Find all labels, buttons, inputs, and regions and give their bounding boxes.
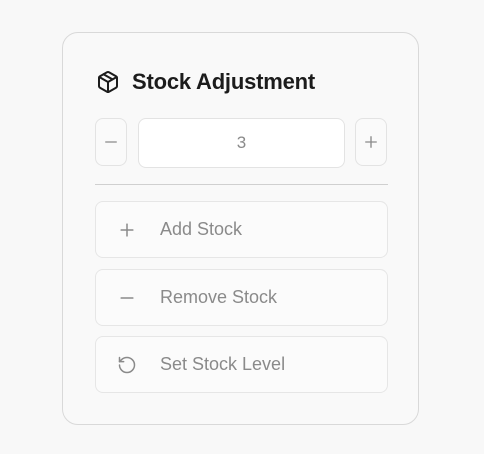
card-header: Stock Adjustment: [96, 69, 315, 95]
minus-icon: [102, 133, 120, 151]
add-stock-label: Add Stock: [160, 219, 243, 239]
minus-icon: [117, 288, 137, 308]
quantity-input[interactable]: 3: [138, 118, 345, 168]
card-title: Stock Adjustment: [132, 69, 316, 94]
stock-adjustment-card: Stock Adjustment 3 Add Stock Remove Stoc…: [62, 32, 419, 425]
rotate-ccw-icon: [117, 355, 137, 375]
package-icon: [96, 70, 120, 94]
quantity-stepper: 3: [95, 118, 388, 168]
remove-stock-button[interactable]: Remove Stock: [95, 269, 388, 326]
decrement-button[interactable]: [95, 118, 127, 166]
add-stock-button[interactable]: Add Stock: [95, 201, 388, 258]
divider: [95, 184, 388, 185]
set-stock-level-button[interactable]: Set Stock Level: [95, 336, 388, 393]
set-stock-level-label: Set Stock Level: [160, 354, 286, 374]
plus-icon: [362, 133, 380, 151]
plus-icon: [117, 220, 137, 240]
increment-button[interactable]: [355, 118, 387, 166]
remove-stock-label: Remove Stock: [160, 287, 278, 307]
